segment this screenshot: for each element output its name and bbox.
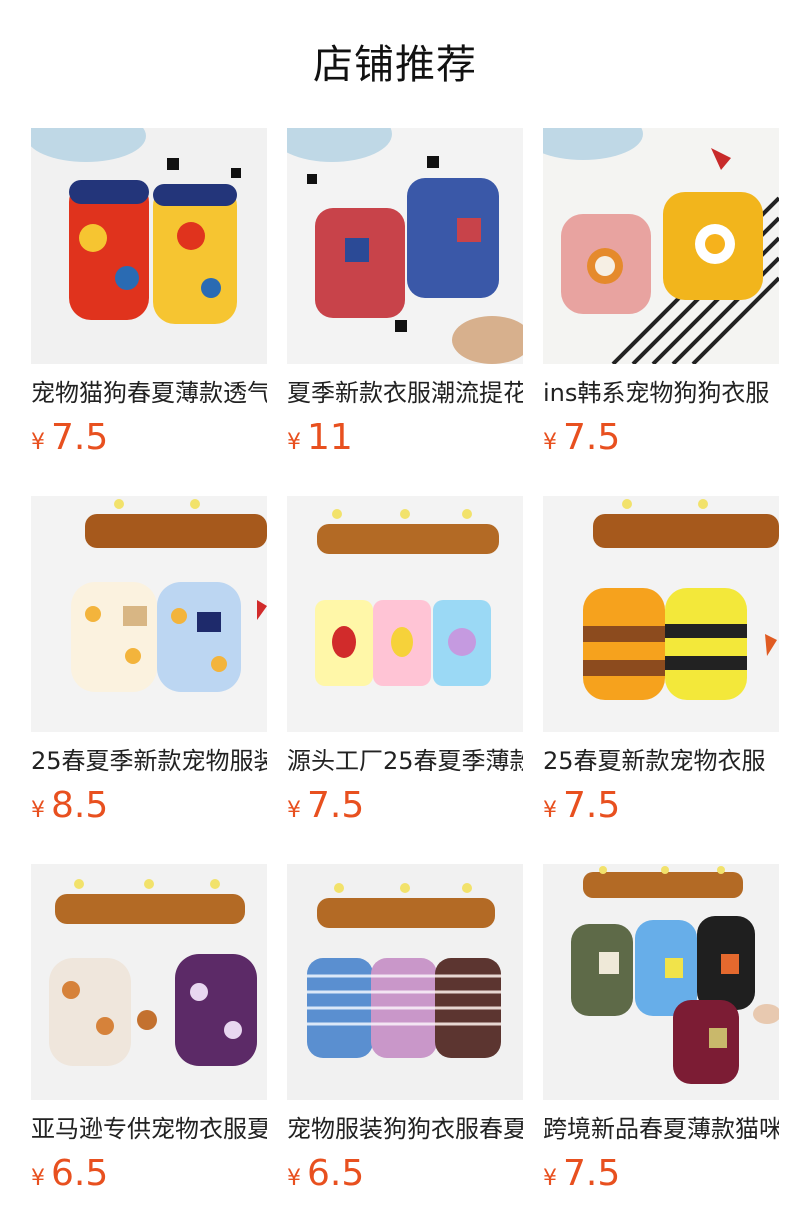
product-image[interactable] [543,496,779,732]
product-name[interactable]: 亚马逊专供宠物衣服夏 [31,1112,267,1146]
product-price: ¥7.5 [543,414,620,462]
price-amount: 7.5 [563,1153,621,1194]
pet-vest-photo-icon [287,496,523,732]
product-name[interactable]: 夏季新款衣服潮流提花 [287,376,523,410]
product-card[interactable]: 源头工厂25春夏季薄款 ¥7.5 [287,496,523,836]
product-image[interactable] [287,496,523,732]
product-name[interactable]: 跨境新品春夏薄款猫咪 [543,1112,779,1146]
price-amount: 8.5 [51,785,109,826]
product-name[interactable]: 宠物服装狗狗衣服春夏 [287,1112,523,1146]
product-price: ¥6.5 [31,1150,108,1198]
price-amount: 7.5 [563,785,621,826]
product-name[interactable]: 宠物猫狗春夏薄款透气 [31,376,267,410]
price-amount: 7.5 [51,417,109,458]
product-card[interactable]: 25春夏新款宠物衣服 ¥7.5 [543,496,779,836]
currency-symbol: ¥ [543,430,557,455]
pet-vest-photo-icon [31,864,267,1100]
product-image[interactable] [31,864,267,1100]
currency-symbol: ¥ [287,1166,301,1191]
currency-symbol: ¥ [543,798,557,823]
currency-symbol: ¥ [31,1166,45,1191]
currency-symbol: ¥ [287,798,301,823]
product-price: ¥8.5 [31,782,108,830]
price-amount: 7.5 [307,785,365,826]
product-card[interactable]: 夏季新款衣服潮流提花 ¥11 [287,128,523,468]
product-card[interactable]: 宠物猫狗春夏薄款透气 ¥7.5 [31,128,267,468]
currency-symbol: ¥ [31,430,45,455]
price-amount: 6.5 [307,1153,365,1194]
page-title: 店铺推荐 [313,42,477,88]
product-price: ¥6.5 [287,1150,364,1198]
pet-vest-photo-icon [287,864,523,1100]
product-card[interactable]: 宠物服装狗狗衣服春夏 ¥6.5 [287,864,523,1204]
pet-vest-photo-icon [31,496,267,732]
pet-vest-photo-icon [31,128,267,364]
product-name[interactable]: ins韩系宠物狗狗衣服 [543,376,779,410]
product-grid: 宠物猫狗春夏薄款透气 ¥7.5 夏季新款衣服潮流提花 ¥11 ins韩系宠物狗狗… [31,128,790,1232]
product-card[interactable]: 25春夏季新款宠物服装 ¥8.5 [31,496,267,836]
product-image[interactable] [287,128,523,364]
pet-vest-photo-icon [543,496,779,732]
currency-symbol: ¥ [31,798,45,823]
price-amount: 7.5 [563,417,621,458]
product-price: ¥7.5 [31,414,108,462]
product-price: ¥7.5 [287,782,364,830]
product-name[interactable]: 源头工厂25春夏季薄款 [287,744,523,778]
product-card[interactable]: 跨境新品春夏薄款猫咪 ¥7.5 [543,864,779,1204]
pet-vest-photo-icon [543,864,779,1100]
product-card[interactable]: 亚马逊专供宠物衣服夏 ¥6.5 [31,864,267,1204]
product-price: ¥11 [287,414,353,462]
product-image[interactable] [543,864,779,1100]
product-card[interactable]: ins韩系宠物狗狗衣服 ¥7.5 [543,128,779,468]
price-amount: 11 [307,417,353,458]
product-image[interactable] [31,128,267,364]
product-name[interactable]: 25春夏季新款宠物服装 [31,744,267,778]
product-image[interactable] [31,496,267,732]
product-image[interactable] [543,128,779,364]
product-name[interactable]: 25春夏新款宠物衣服 [543,744,779,778]
currency-symbol: ¥ [543,1166,557,1191]
price-amount: 6.5 [51,1153,109,1194]
currency-symbol: ¥ [287,430,301,455]
pet-shirt-photo-icon [287,128,523,364]
product-image[interactable] [287,864,523,1100]
product-price: ¥7.5 [543,1150,620,1198]
pet-vest-photo-icon [543,128,779,364]
product-price: ¥7.5 [543,782,620,830]
